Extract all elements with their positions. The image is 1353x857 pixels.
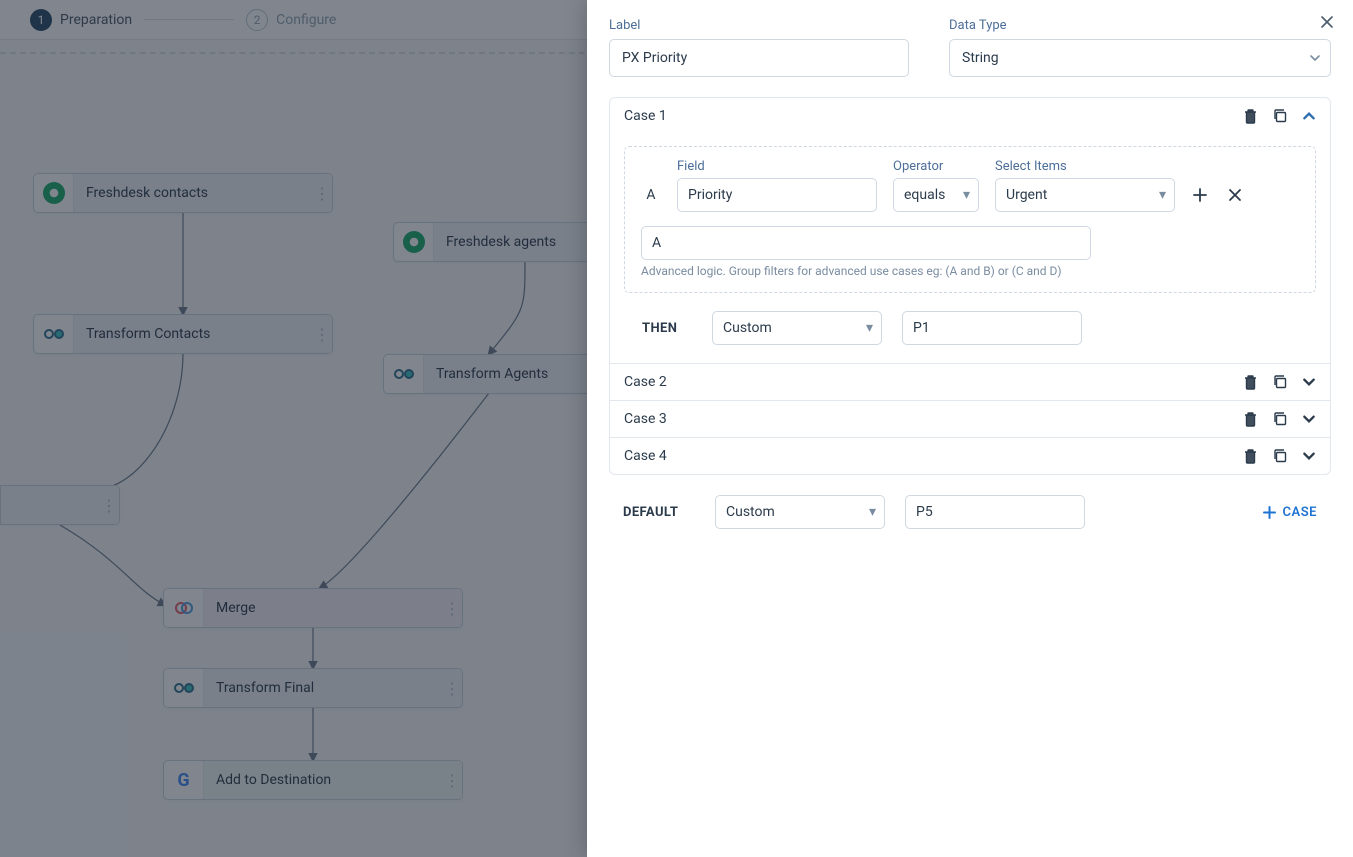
remove-rule-icon[interactable]	[1227, 187, 1243, 203]
add-case-label: CASE	[1283, 505, 1317, 520]
label-input[interactable]	[609, 39, 909, 77]
rules-container: A Field Operator equals ▾ Select Items	[624, 146, 1316, 293]
copy-icon[interactable]	[1272, 411, 1288, 427]
rule-letter: A	[641, 187, 661, 212]
caret-down-icon: ▾	[963, 187, 970, 203]
chevron-down-icon[interactable]	[1302, 412, 1316, 426]
then-value-input[interactable]	[902, 311, 1082, 345]
default-type-select[interactable]: Custom ▾	[715, 495, 885, 529]
case-title: Case 4	[624, 448, 667, 464]
case-title: Case 2	[624, 374, 667, 390]
rule-field-label: Field	[677, 159, 877, 174]
delete-icon[interactable]	[1243, 374, 1258, 390]
rule-select-value: Urgent	[1006, 187, 1047, 203]
case-title: Case 1	[624, 108, 667, 124]
copy-icon[interactable]	[1272, 374, 1288, 390]
rule-select-label: Select Items	[995, 159, 1175, 174]
delete-icon[interactable]	[1243, 411, 1258, 427]
close-icon[interactable]	[1319, 14, 1335, 30]
caret-down-icon: ▾	[869, 504, 876, 520]
copy-icon[interactable]	[1272, 108, 1288, 124]
then-label: THEN	[642, 321, 692, 336]
advanced-logic-help: Advanced logic. Group filters for advanc…	[641, 264, 1299, 278]
case-header-2[interactable]: Case 2	[610, 364, 1330, 400]
rule-field-input[interactable]	[677, 178, 877, 212]
chevron-down-icon[interactable]	[1302, 375, 1316, 389]
delete-icon[interactable]	[1243, 108, 1258, 124]
delete-icon[interactable]	[1243, 448, 1258, 464]
case-title: Case 3	[624, 411, 667, 427]
then-type-select[interactable]: Custom ▾	[712, 311, 882, 345]
rule-operator-select[interactable]: equals ▾	[893, 178, 979, 212]
default-type-value: Custom	[726, 504, 775, 520]
case-header-4[interactable]: Case 4	[610, 438, 1330, 474]
chevron-down-icon[interactable]	[1302, 449, 1316, 463]
case-list: Case 1 A Field	[609, 97, 1331, 475]
copy-icon[interactable]	[1272, 448, 1288, 464]
advanced-logic-input[interactable]	[641, 226, 1091, 260]
plus-icon	[1262, 505, 1277, 520]
case-header-1[interactable]: Case 1	[610, 98, 1330, 134]
rule-select-items[interactable]: Urgent ▾	[995, 178, 1175, 212]
rule-operator-label: Operator	[893, 159, 979, 174]
add-rule-icon[interactable]	[1191, 186, 1209, 204]
case-body-1: A Field Operator equals ▾ Select Items	[610, 134, 1330, 363]
case-header-3[interactable]: Case 3	[610, 401, 1330, 437]
chevron-up-icon[interactable]	[1302, 109, 1316, 123]
datatype-field-label: Data Type	[949, 18, 1331, 33]
caret-down-icon: ▾	[1159, 187, 1166, 203]
default-value-input[interactable]	[905, 495, 1085, 529]
datatype-select[interactable]: String	[949, 39, 1331, 77]
caret-down-icon: ▾	[866, 320, 873, 336]
case-config-panel: Label Data Type String Case 1	[587, 0, 1353, 857]
default-label: DEFAULT	[623, 505, 695, 520]
then-type-value: Custom	[723, 320, 772, 336]
rule-operator-value: equals	[904, 187, 945, 203]
add-case-button[interactable]: CASE	[1262, 505, 1317, 520]
datatype-value: String	[949, 39, 1331, 77]
label-field-label: Label	[609, 18, 909, 33]
